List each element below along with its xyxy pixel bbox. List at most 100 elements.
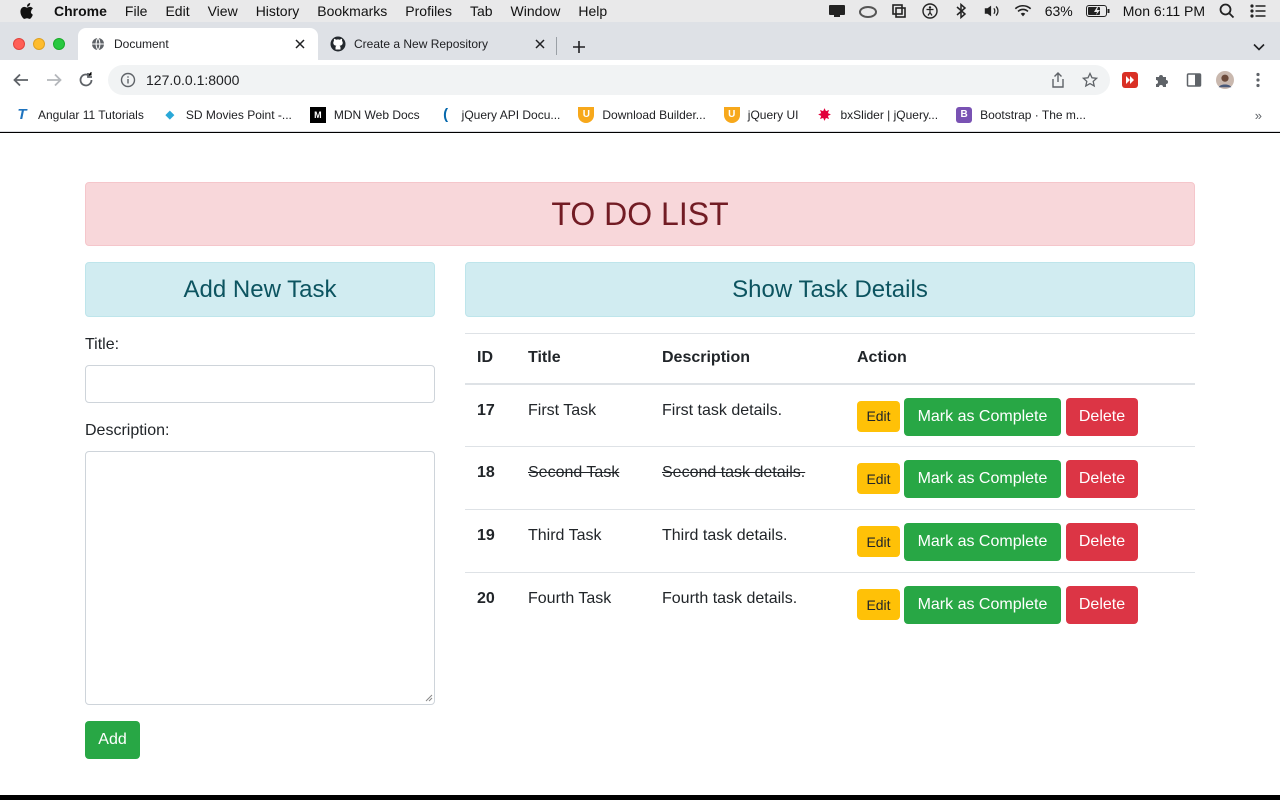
bookmark-label: jQuery UI	[747, 107, 799, 122]
bookmark-label: SD Movies Point -...	[185, 107, 292, 122]
task-title: Fourth Task	[516, 572, 650, 636]
menu-bookmarks[interactable]: Bookmarks	[317, 3, 387, 19]
spotlight-icon[interactable]	[1218, 3, 1236, 19]
tab-title: Create a New Repository	[354, 37, 489, 51]
bookmark-sd-movies[interactable]: ◆ SD Movies Point -...	[162, 107, 292, 123]
url-text: 127.0.0.1:8000	[146, 72, 240, 88]
status-area: 63% Mon 6:11 PM	[828, 0, 1280, 22]
task-details-heading: Show Task Details	[465, 262, 1195, 317]
accessibility-icon[interactable]	[921, 3, 939, 19]
battery-icon[interactable]	[1085, 3, 1110, 19]
delete-button[interactable]: Delete	[1066, 586, 1138, 624]
screenshot-icon[interactable]	[890, 3, 908, 19]
address-bar[interactable]: 127.0.0.1:8000	[108, 65, 1110, 95]
side-panel-icon[interactable]	[1185, 71, 1203, 89]
bookmark-download-builder[interactable]: U Download Builder...	[578, 106, 706, 123]
window-close-button[interactable]	[13, 38, 25, 50]
browser-toolbar: 127.0.0.1:8000	[0, 60, 1280, 98]
edit-button[interactable]: Edit	[857, 400, 900, 432]
close-icon[interactable]	[292, 36, 308, 52]
edit-button[interactable]: Edit	[857, 526, 900, 557]
column-header-id: ID	[465, 333, 516, 385]
task-id: 19	[465, 509, 516, 573]
description-textarea[interactable]	[85, 451, 435, 705]
menu-history[interactable]: History	[256, 3, 300, 19]
menu-profiles[interactable]: Profiles	[405, 3, 452, 19]
bookmark-jquery-ui[interactable]: UjQuery UI	[723, 106, 799, 123]
bookmark-label: MDN Web Docs	[333, 107, 420, 122]
share-icon[interactable]	[1050, 72, 1066, 88]
back-arrow-icon[interactable]	[12, 71, 30, 89]
bookmarks-overflow-icon[interactable]: »	[1255, 108, 1262, 123]
menu-tab[interactable]: Tab	[470, 3, 493, 19]
apple-icon[interactable]	[20, 3, 34, 19]
task-id: 20	[465, 572, 516, 636]
bookmark-angular[interactable]: T Angular 11 Tutorials	[14, 106, 143, 123]
mark-complete-button[interactable]: Mark as Complete	[904, 460, 1061, 498]
window-zoom-button[interactable]	[53, 38, 65, 50]
menu-window[interactable]: Window	[511, 3, 561, 19]
table-row: 17 First Task First task details. Edit Ma…	[465, 384, 1195, 447]
chevron-down-icon[interactable]	[1252, 40, 1266, 54]
new-tab-icon[interactable]	[570, 38, 588, 56]
close-icon[interactable]	[532, 36, 548, 52]
menu-edit[interactable]: Edit	[165, 3, 189, 19]
menu-file[interactable]: File	[125, 3, 148, 19]
creative-cloud-icon[interactable]	[858, 3, 877, 19]
menu-app-name[interactable]: Chrome	[54, 3, 107, 19]
task-id: 17	[477, 401, 495, 419]
task-actions: Edit Mark as Complete Delete	[845, 446, 1195, 510]
bookmark-jquery-api[interactable]: (jQuery API Docu...	[438, 106, 560, 123]
task-description: Second task details.	[650, 446, 845, 510]
more-vert-icon[interactable]	[1249, 71, 1267, 89]
column-header-action: Action	[845, 333, 1195, 385]
add-task-button[interactable]: Add	[85, 721, 140, 759]
mark-complete-button[interactable]: Mark as Complete	[904, 523, 1061, 561]
tab-strip: Document Create a New Repository	[0, 22, 1280, 60]
window-minimize-button[interactable]	[33, 38, 45, 50]
screen-mirror-icon[interactable]	[828, 3, 846, 19]
edit-button[interactable]: Edit	[857, 589, 900, 620]
bookmark-star-icon[interactable]	[1082, 72, 1098, 88]
mark-complete-button[interactable]: Mark as Complete	[904, 397, 1061, 436]
menu-help[interactable]: Help	[578, 3, 607, 19]
delete-button[interactable]: Delete	[1066, 523, 1138, 561]
tab-document[interactable]: Document	[78, 28, 318, 60]
extensions-puzzle-icon[interactable]	[1153, 71, 1171, 89]
title-input[interactable]	[85, 365, 435, 403]
task-description: First task details.	[662, 401, 783, 419]
bootstrap-icon: B	[956, 106, 973, 123]
profile-avatar-icon[interactable]	[1216, 71, 1234, 89]
bxslider-icon: ✸	[818, 106, 831, 124]
title-label: Title:	[85, 336, 120, 353]
bookmark-mdn[interactable]: M MDN Web Docs	[309, 106, 420, 123]
mark-complete-button[interactable]: Mark as Complete	[904, 586, 1061, 624]
reload-icon[interactable]	[77, 71, 95, 89]
control-center-icon[interactable]	[1249, 3, 1267, 19]
tab-github[interactable]: Create a New Repository	[318, 28, 558, 60]
task-description: Fourth task details.	[650, 572, 845, 636]
jquery-ui-icon: U	[578, 106, 595, 123]
page-title-banner: TO DO LIST	[85, 182, 1195, 246]
info-icon[interactable]	[120, 72, 136, 88]
delete-button[interactable]: Delete	[1066, 397, 1138, 436]
resize-handle-icon[interactable]	[425, 694, 433, 702]
menu-view[interactable]: View	[208, 3, 238, 19]
bookmarks-bar: T Angular 11 Tutorials ◆ SD Movies Point -…	[0, 98, 1280, 132]
edit-button[interactable]: Edit	[857, 463, 900, 494]
bookmark-bxslider[interactable]: ✸ bxSlider | jQuery...	[816, 106, 938, 124]
bookmark-bootstrap[interactable]: B Bootstrap · The m...	[956, 106, 1086, 123]
add-task-heading: Add New Task	[85, 262, 435, 317]
wifi-icon[interactable]	[1014, 3, 1032, 19]
table-row: 20 Fourth Task Fourth task details. Edit…	[465, 572, 1195, 636]
extension-red-icon[interactable]	[1121, 71, 1139, 89]
volume-icon[interactable]	[983, 3, 1001, 19]
forward-arrow-icon[interactable]	[45, 71, 63, 89]
delete-button[interactable]: Delete	[1066, 460, 1138, 498]
angular-tutorials-icon: T	[17, 106, 27, 123]
clock[interactable]: Mon 6:11 PM	[1123, 3, 1205, 19]
battery-percentage: 63%	[1044, 3, 1073, 19]
description-label: Description:	[85, 422, 170, 439]
bluetooth-icon[interactable]	[952, 3, 970, 19]
mdn-icon: M	[309, 106, 326, 123]
